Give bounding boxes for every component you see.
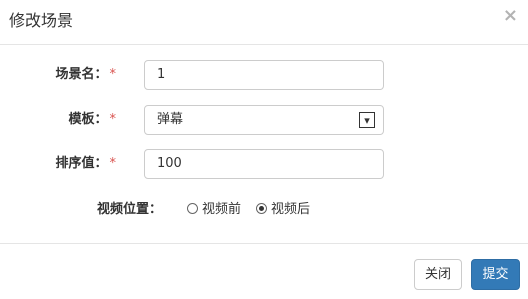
template-select-value: 弹幕: [157, 112, 184, 127]
radio-after-video-label: 视频后: [271, 202, 311, 217]
radio-after-video[interactable]: 视频后: [256, 202, 310, 218]
required-mark: *: [109, 156, 117, 171]
video-position-label: 视频位置：: [97, 202, 163, 217]
required-mark: *: [109, 112, 117, 127]
edit-scene-dialog: 修改场景 × 场景名： * 1 模板： * 弹幕 ▾ 排序值： * 100 视频位置：…: [0, 0, 528, 299]
template-select[interactable]: 弹幕 ▾: [144, 105, 384, 135]
video-position-row: 视频位置： 视频前 视频后: [0, 200, 528, 220]
sort-value-input[interactable]: 100: [144, 149, 384, 179]
template-row: 模板： * 弹幕 ▾: [0, 105, 528, 135]
required-mark: *: [109, 67, 117, 82]
close-button[interactable]: 关闭: [414, 259, 462, 290]
radio-before-video[interactable]: 视频前: [187, 202, 241, 218]
sort-row: 排序值： * 100: [0, 149, 528, 179]
dialog-footer: 关闭 提交: [0, 243, 528, 299]
dialog-title: 修改场景: [9, 11, 74, 30]
scene-name-label: 场景名： *: [55, 67, 117, 82]
close-icon[interactable]: ×: [503, 6, 518, 26]
template-label: 模板： *: [68, 112, 117, 127]
dropdown-icon[interactable]: ▾: [359, 112, 375, 128]
radio-before-video-label: 视频前: [202, 202, 242, 217]
scene-name-input[interactable]: 1: [144, 60, 384, 90]
submit-button[interactable]: 提交: [471, 259, 520, 290]
radio-circle-checked-icon[interactable]: [256, 203, 267, 214]
scene-name-row: 场景名： * 1: [0, 60, 528, 90]
dialog-header: 修改场景 ×: [0, 0, 528, 45]
radio-circle-icon[interactable]: [187, 203, 198, 214]
sort-label: 排序值： *: [55, 156, 117, 171]
